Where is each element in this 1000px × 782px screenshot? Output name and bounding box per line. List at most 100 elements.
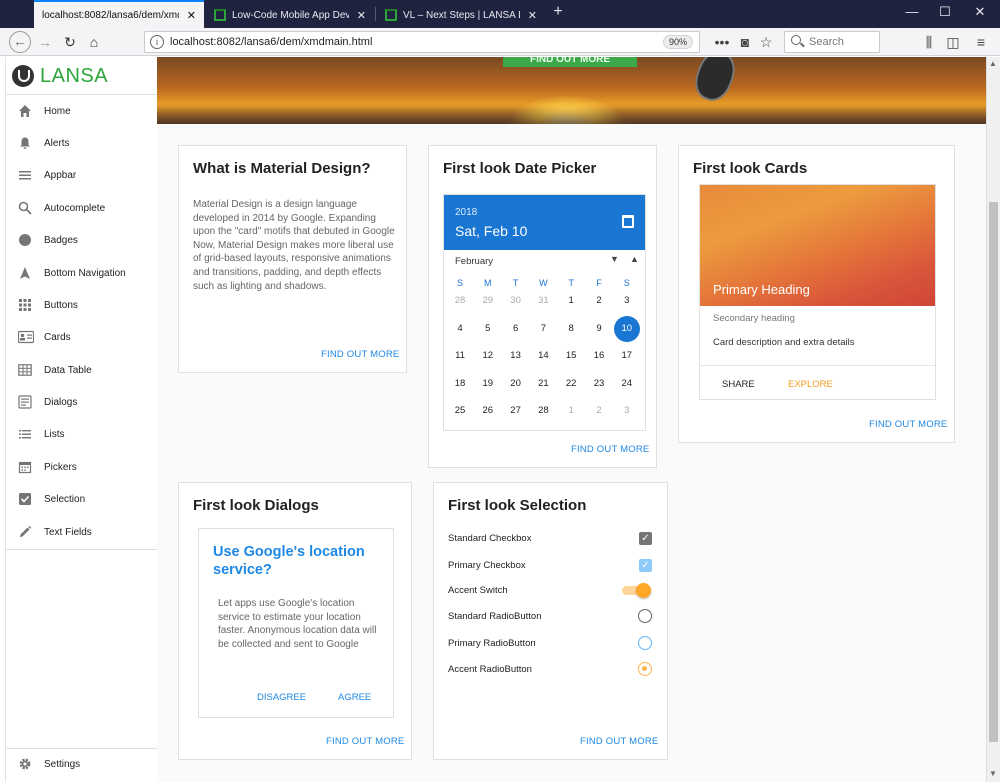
calendar-day[interactable]: 1 [558,398,584,424]
browser-tab-lowcode[interactable]: Low-Code Mobile App Develop ✕ [206,2,374,28]
find-out-more-link[interactable]: FIND OUT MORE [326,736,404,747]
sidebar-item-appbar[interactable]: Appbar [6,159,158,191]
sidebar-item-lists[interactable]: Lists [6,418,158,450]
chevron-up-icon[interactable]: ▲ [630,254,639,264]
calendar-day[interactable]: 20 [503,371,529,397]
standard-radio-button[interactable] [638,609,652,623]
scroll-thumb[interactable] [989,202,998,742]
calendar-day[interactable]: 30 [503,288,529,314]
find-out-more-link[interactable]: FIND OUT MORE [571,444,649,455]
selected-year[interactable]: 2018 [455,207,477,218]
standard-checkbox[interactable]: ✓ [639,532,652,545]
sidebar-item-selection[interactable]: Selection [6,483,158,515]
sidebar-item-cards[interactable]: Cards [6,321,158,353]
page-scrollbar[interactable]: ▲ ▼ [986,57,1000,782]
calendar-day[interactable]: 9 [586,316,612,342]
close-tab-icon[interactable]: ✕ [528,9,537,22]
explore-button[interactable]: EXPLORE [788,379,833,390]
sidebar-item-autocomplete[interactable]: Autocomplete [6,192,158,224]
browser-tab-vl[interactable]: VL – Next Steps | LANSA Low-c ✕ [377,2,545,28]
calendar-day[interactable]: 28 [530,398,556,424]
calendar-day[interactable]: 31 [530,288,556,314]
calendar-day[interactable]: 8 [558,316,584,342]
info-icon[interactable]: i [150,35,164,49]
calendar-day[interactable]: 12 [475,343,501,369]
url-text[interactable]: localhost:8082/lansa6/dem/xmdmain.html [170,36,372,48]
calendar-day[interactable]: 21 [530,371,556,397]
sidebar-toggle-icon[interactable]: ◫ [943,31,963,53]
maximize-icon[interactable]: ☐ [935,4,955,20]
calendar-day[interactable]: 27 [503,398,529,424]
calendar-day[interactable]: 24 [614,371,640,397]
close-tab-icon[interactable]: ✕ [187,9,196,22]
page-actions-icon[interactable]: ••• [712,31,732,53]
calendar-day[interactable]: 14 [530,343,556,369]
new-tab-icon[interactable]: + [549,3,567,21]
sidebar-item-settings[interactable]: Settings [6,748,158,780]
home-page-icon[interactable]: ⌂ [83,31,105,53]
find-out-more-link[interactable]: FIND OUT MORE [580,736,658,747]
sidebar-item-home[interactable]: Home [6,95,158,127]
primary-radio-button[interactable] [638,636,652,650]
browser-tab-active[interactable]: localhost:8082/lansa6/dem/xmdmain ✕ [34,0,204,28]
bookmark-star-icon[interactable]: ☆ [756,31,776,53]
selected-date[interactable]: Sat, Feb 10 [455,223,527,239]
calendar-day[interactable]: 25 [447,398,473,424]
scroll-up-icon[interactable]: ▲ [989,59,997,68]
sidebar-item-data-table[interactable]: Data Table [6,354,158,386]
calendar-day[interactable]: 2 [586,398,612,424]
find-out-more-link[interactable]: FIND OUT MORE [321,349,399,360]
url-bar[interactable]: i localhost:8082/lansa6/dem/xmdmain.html… [144,31,700,53]
reload-icon[interactable]: ↻ [59,31,81,53]
sidebar-item-alerts[interactable]: Alerts [6,127,158,159]
calendar-day[interactable]: 23 [586,371,612,397]
calendar-day[interactable]: 6 [503,316,529,342]
calendar-day[interactable]: 2 [586,288,612,314]
sidebar-item-badges[interactable]: Badges [6,224,158,256]
back-icon[interactable]: ← [9,31,31,53]
forward-icon[interactable]: → [34,31,56,53]
sidebar-item-text-fields[interactable]: Text Fields [6,516,158,548]
sidebar-item-pickers[interactable]: Pickers [6,451,158,483]
sidebar-item-buttons[interactable]: Buttons [6,289,158,321]
calendar-day[interactable]: 17 [614,343,640,369]
calendar-day[interactable]: 11 [447,343,473,369]
pocket-icon[interactable]: ◙ [735,31,755,53]
calendar-day[interactable]: 29 [475,288,501,314]
share-button[interactable]: SHARE [722,379,755,390]
hero-find-out-more-button[interactable]: FIND OUT MORE [503,57,637,67]
zoom-level[interactable]: 90% [662,35,693,49]
sidebar-item-dialogs[interactable]: Dialogs [6,386,158,418]
calendar-day[interactable]: 3 [614,288,640,314]
primary-checkbox[interactable]: ✓ [639,559,652,572]
calendar-day[interactable]: 28 [447,288,473,314]
hamburger-menu-icon[interactable]: ≡ [971,31,991,53]
calendar-day[interactable]: 7 [530,316,556,342]
find-out-more-link[interactable]: FIND OUT MORE [869,419,947,430]
library-icon[interactable]: ⫼ [919,31,939,53]
accent-switch[interactable] [636,583,651,598]
calendar-day[interactable]: 3 [614,398,640,424]
calendar-day[interactable]: 13 [503,343,529,369]
sidebar-item-bottom-navigation[interactable]: Bottom Navigation [6,257,158,289]
calendar-day[interactable]: 22 [558,371,584,397]
calendar-day[interactable]: 19 [475,371,501,397]
browser-search-box[interactable]: Search [784,31,880,53]
minimize-icon[interactable]: — [902,4,922,19]
close-tab-icon[interactable]: ✕ [357,9,366,22]
calendar-icon[interactable] [622,215,634,228]
calendar-day[interactable]: 18 [447,371,473,397]
calendar-day[interactable]: 5 [475,316,501,342]
calendar-day[interactable]: 4 [447,316,473,342]
calendar-day[interactable]: 15 [558,343,584,369]
calendar-day[interactable]: 16 [586,343,612,369]
disagree-button[interactable]: DISAGREE [257,692,306,703]
close-window-icon[interactable]: ✕ [970,4,990,20]
accent-radio-button[interactable] [638,662,652,676]
lansa-logo[interactable]: LANSA [12,64,108,88]
calendar-day[interactable]: 10 [613,315,640,342]
chevron-down-icon[interactable]: ▼ [610,254,619,264]
agree-button[interactable]: AGREE [338,692,371,703]
calendar-day[interactable]: 26 [475,398,501,424]
scroll-down-icon[interactable]: ▼ [989,769,997,778]
